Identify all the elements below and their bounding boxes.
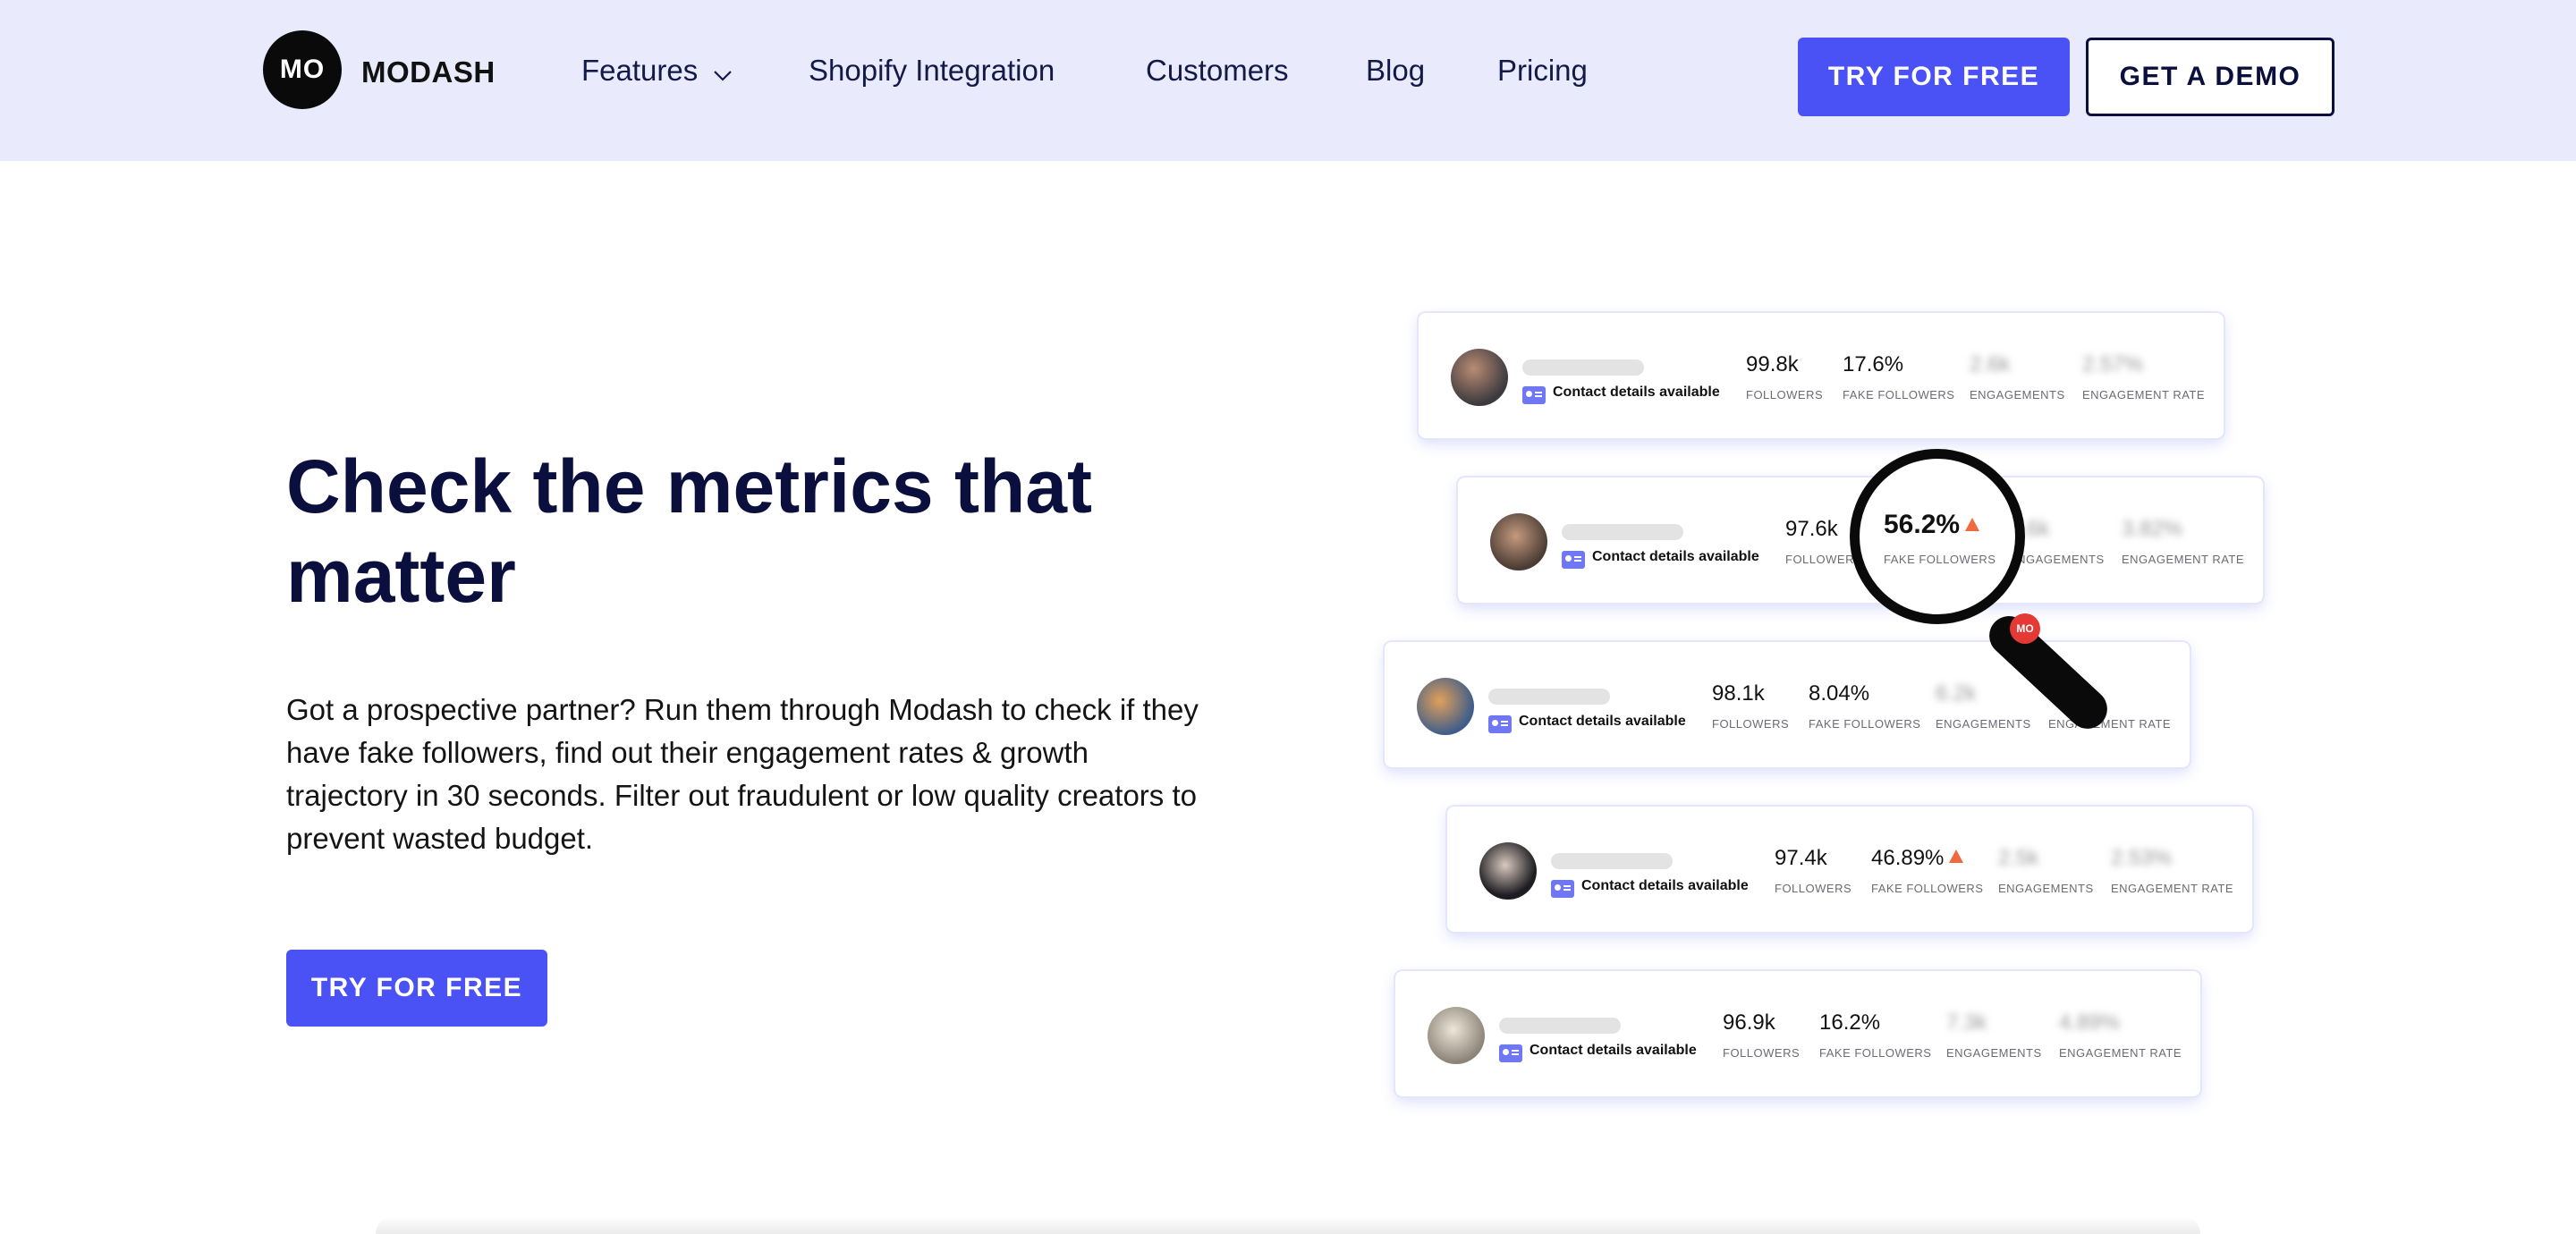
- engagements-value: 7.3k: [1946, 1010, 1987, 1035]
- name-placeholder: [1522, 359, 1644, 376]
- fake-followers-stat: 16.2% FAKE FOLLOWERS: [1819, 1010, 1931, 1060]
- contact-card-icon: [1562, 551, 1585, 569]
- avatar: [1451, 349, 1508, 406]
- engagement-rate-stat: 2.53% ENGAGEMENT RATE: [2111, 846, 2233, 895]
- hero-description: Got a prospective partner? Run them thro…: [286, 693, 1199, 855]
- followers-stat: 98.1k FOLLOWERS: [1712, 681, 1789, 731]
- warning-icon: [1949, 849, 1964, 863]
- engagement-rate-value: 3.82%: [2122, 517, 2183, 541]
- engagements-value: 2.6k: [1970, 352, 2011, 376]
- brand-name[interactable]: MODASH: [361, 55, 496, 89]
- engagements-stat: 7.3k ENGAGEMENTS: [1946, 1010, 2042, 1060]
- engagement-rate-stat: 4.89% ENGAGEMENT RATE: [2059, 1010, 2182, 1060]
- fake-followers-value: 46.89%: [1871, 846, 1983, 871]
- engagement-rate-label: ENGAGEMENT RATE: [2048, 717, 2172, 731]
- next-section-edge: [376, 1216, 2200, 1234]
- name-placeholder: [1499, 1018, 1621, 1034]
- hero-title: Check the metrics that matter: [286, 444, 1092, 618]
- avatar: [1490, 513, 1547, 571]
- followers-value: 96.9k: [1723, 1010, 1775, 1035]
- engagements-label: ENGAGEMENTS: [1946, 1046, 2042, 1060]
- contact-details-label: Contact details available: [1519, 714, 1686, 729]
- fake-followers-stat: 17.6% FAKE FOLLOWERS: [1843, 352, 1954, 401]
- contact-details-label: Contact details available: [1592, 549, 1759, 564]
- followers-value: 99.8k: [1746, 352, 1799, 376]
- contact-details-label: Contact details available: [1530, 1043, 1697, 1058]
- try-for-free-button[interactable]: TRY FOR FREE: [1798, 38, 2070, 116]
- followers-stat: 96.9k FOLLOWERS: [1723, 1010, 1800, 1060]
- followers-label: FOLLOWERS: [1775, 882, 1852, 895]
- fake-followers-label: FAKE FOLLOWERS: [1871, 882, 1984, 895]
- fake-followers-value: 17.6%: [1843, 352, 1904, 376]
- engagements-value: 6.2k: [1936, 681, 1977, 706]
- hero-try-for-free-button[interactable]: TRY FOR FREE: [286, 950, 547, 1027]
- nav-blog[interactable]: Blog: [1366, 54, 1425, 88]
- engagement-rate-value: 4.89%: [2059, 1010, 2121, 1035]
- followers-stat: 99.8k FOLLOWERS: [1746, 352, 1823, 401]
- contact-details-label: Contact details available: [1581, 878, 1749, 893]
- fake-followers-number: 46.89%: [1871, 846, 1945, 870]
- creator-card: Contact details available 97.4k FOLLOWER…: [1447, 807, 2252, 932]
- get-a-demo-button[interactable]: GET A DEMO: [2086, 38, 2334, 116]
- fake-followers-value: 8.04%: [1809, 681, 1870, 706]
- engagements-stat: 2.5k ENGAGEMENTS: [1998, 846, 2094, 895]
- fake-followers-label: FAKE FOLLOWERS: [1819, 1046, 1932, 1060]
- engagements-label: ENGAGEMENTS: [1970, 388, 2065, 401]
- avatar: [1428, 1007, 1485, 1064]
- engagements-stat: 6.2k ENGAGEMENTS: [1936, 681, 2031, 731]
- name-placeholder: [1562, 524, 1683, 540]
- followers-label: FOLLOWERS: [1712, 717, 1790, 731]
- fake-followers-label: FAKE FOLLOWERS: [1809, 717, 1921, 731]
- name-placeholder: [1488, 689, 1610, 705]
- magnified-fake-followers-value: 56.2%: [1884, 510, 1980, 540]
- avatar: [1479, 842, 1537, 900]
- followers-value: 97.4k: [1775, 846, 1827, 870]
- engagements-value: 2.5k: [1998, 846, 2039, 870]
- nav-pricing[interactable]: Pricing: [1497, 54, 1588, 88]
- contact-card-icon: [1522, 386, 1546, 404]
- engagements-label: ENGAGEMENTS: [1998, 882, 2094, 895]
- engagement-rate-value: 2.53%: [2111, 846, 2173, 870]
- magnified-value-number: 56.2%: [1884, 510, 1961, 539]
- engagements-label: ENGAGEMENTS: [1936, 717, 2031, 731]
- magnified-fake-followers-label: FAKE FOLLOWERS: [1884, 553, 1996, 566]
- engagement-rate-label: ENGAGEMENT RATE: [2082, 388, 2206, 401]
- nav-customers[interactable]: Customers: [1146, 54, 1289, 88]
- followers-label: FOLLOWERS: [1746, 388, 1824, 401]
- engagement-rate-label: ENGAGEMENT RATE: [2059, 1046, 2182, 1060]
- followers-label: FOLLOWERS: [1723, 1046, 1801, 1060]
- engagement-rate-stat: 2.57% ENGAGEMENT RATE: [2082, 352, 2205, 401]
- modash-badge-icon: MO: [2010, 613, 2040, 644]
- contact-card-icon: [1488, 715, 1512, 733]
- fake-followers-label: FAKE FOLLOWERS: [1843, 388, 1955, 401]
- engagements-label: ENGAGEMENTS: [2009, 553, 2105, 566]
- contact-details-label: Contact details available: [1553, 385, 1720, 400]
- warning-icon: [1965, 518, 1980, 531]
- modash-logo-icon[interactable]: MO: [263, 30, 342, 109]
- chevron-down-icon[interactable]: [712, 64, 733, 86]
- followers-value: 98.1k: [1712, 681, 1765, 706]
- nav-shopify-integration[interactable]: Shopify Integration: [809, 54, 1055, 88]
- fake-followers-stat: 46.89% FAKE FOLLOWERS: [1871, 846, 1983, 895]
- engagement-rate-stat: 3.82% ENGAGEMENT RATE: [2122, 517, 2244, 566]
- engagement-rate-label: ENGAGEMENT RATE: [2122, 553, 2245, 566]
- fake-followers-value: 16.2%: [1819, 1010, 1881, 1035]
- site-header: MO MODASH Features Shopify Integration C…: [0, 0, 2576, 161]
- fake-followers-stat: 8.04% FAKE FOLLOWERS: [1809, 681, 1920, 731]
- engagement-rate-value: 2.57%: [2082, 352, 2144, 376]
- engagements-stat: 2.6k ENGAGEMENTS: [1970, 352, 2065, 401]
- contact-card-icon: [1499, 1044, 1522, 1062]
- creator-card: Contact details available 96.9k FOLLOWER…: [1395, 971, 2200, 1096]
- followers-stat: 97.4k FOLLOWERS: [1775, 846, 1852, 895]
- creator-card: Contact details available 99.8k FOLLOWER…: [1419, 313, 2224, 438]
- contact-card-icon: [1551, 880, 1574, 898]
- name-placeholder: [1551, 853, 1673, 869]
- engagement-rate-label: ENGAGEMENT RATE: [2111, 882, 2234, 895]
- nav-features[interactable]: Features: [581, 54, 698, 88]
- avatar: [1417, 678, 1474, 735]
